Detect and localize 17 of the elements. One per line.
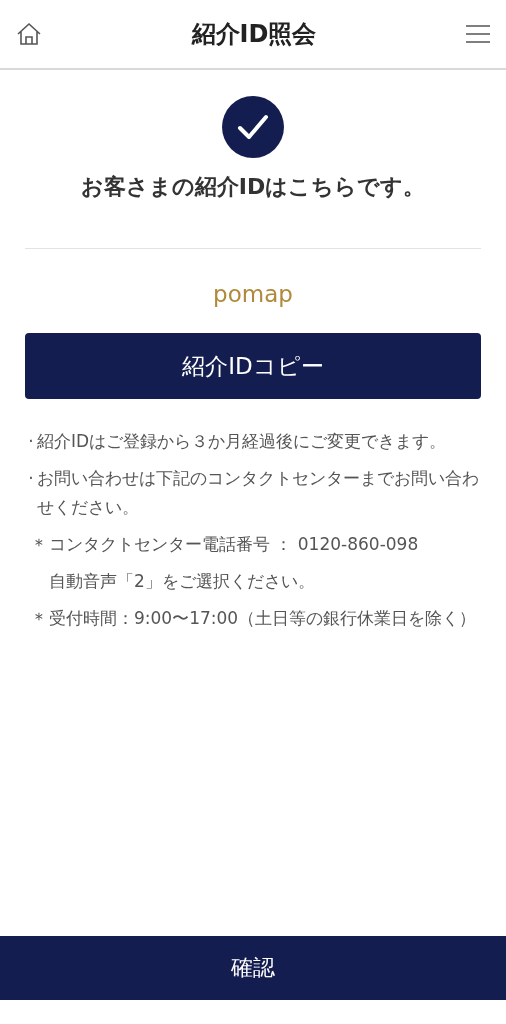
check-icon [222,96,284,158]
page-title: 紹介ID照会 [191,19,317,50]
note-text: 自動音声「2」をご選択ください。 [49,570,316,593]
bullet-mark: · [27,430,35,453]
home-icon[interactable] [16,22,42,46]
bullet-mark: · [27,467,35,490]
note-text: 紹介IDはご登録から３か月経過後にご変更できます。 [37,430,448,453]
bullet-mark: ＊ [29,607,49,631]
copy-button[interactable]: 紹介IDコピー [25,333,481,399]
bullet-mark: ＊ [29,533,49,557]
note-text: コンタクトセンター電話番号 ： 0120-860-098 [49,533,420,556]
note-text: お問い合わせは下記のコンタクトセンターまでお問い合わせください。 [37,467,480,519]
menu-icon[interactable] [466,25,490,43]
confirm-button[interactable]: 確認 [0,936,506,1000]
result-message: お客さまの紹介IDはこちらです。 [80,173,426,201]
referral-id: pomap [213,281,293,307]
note-text: 受付時間：9:00〜17:00（土日等の銀行休業日を除く） [49,607,478,630]
